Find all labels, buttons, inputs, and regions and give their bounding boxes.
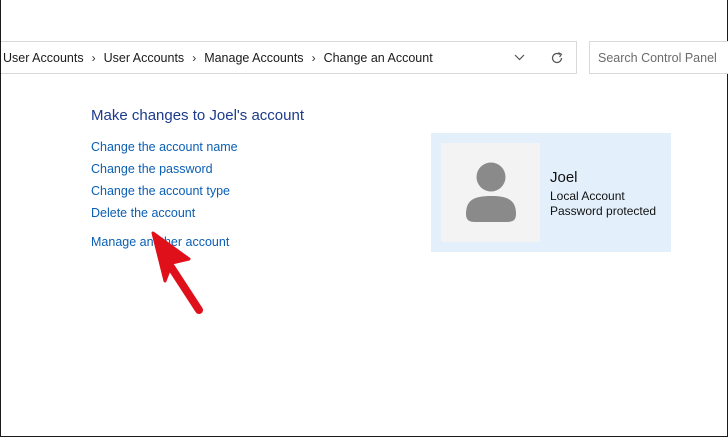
breadcrumb: User Accounts › User Accounts › Manage A…	[1, 51, 433, 65]
account-name: Joel	[550, 169, 578, 186]
breadcrumb-manage-accounts[interactable]: Manage Accounts	[204, 51, 303, 65]
account-status: Password protected	[550, 204, 657, 218]
control-panel-window: User Accounts › User Accounts › Manage A…	[0, 0, 728, 437]
title-bar	[1, 0, 727, 38]
chevron-down-icon[interactable]	[500, 42, 538, 73]
breadcrumb-chevron-icon[interactable]: ›	[192, 51, 196, 65]
address-bar[interactable]: User Accounts › User Accounts › Manage A…	[1, 41, 577, 74]
change-account-name-link[interactable]: Change the account name	[91, 140, 238, 154]
search-input[interactable]: Search Control Panel	[589, 41, 728, 74]
refresh-icon[interactable]	[538, 42, 576, 73]
red-arrow-annotation	[151, 231, 203, 314]
breadcrumb-user-accounts[interactable]: User Accounts	[104, 51, 185, 65]
delete-account-link[interactable]: Delete the account	[91, 206, 195, 220]
account-type: Local Account	[550, 189, 625, 203]
breadcrumb-chevron-icon[interactable]: ›	[92, 51, 96, 65]
breadcrumb-chevron-icon[interactable]: ›	[312, 51, 316, 65]
user-silhouette-icon	[465, 162, 516, 222]
account-card: Joel Local Account Password protected	[431, 133, 671, 252]
breadcrumb-user-accounts-root[interactable]: User Accounts	[3, 51, 84, 65]
search-placeholder: Search Control Panel	[598, 50, 717, 65]
change-account-type-link[interactable]: Change the account type	[91, 184, 230, 198]
avatar	[441, 143, 540, 242]
change-password-link[interactable]: Change the password	[91, 162, 213, 176]
page-title: Make changes to Joel's account	[91, 107, 304, 124]
breadcrumb-change-an-account[interactable]: Change an Account	[324, 51, 433, 65]
